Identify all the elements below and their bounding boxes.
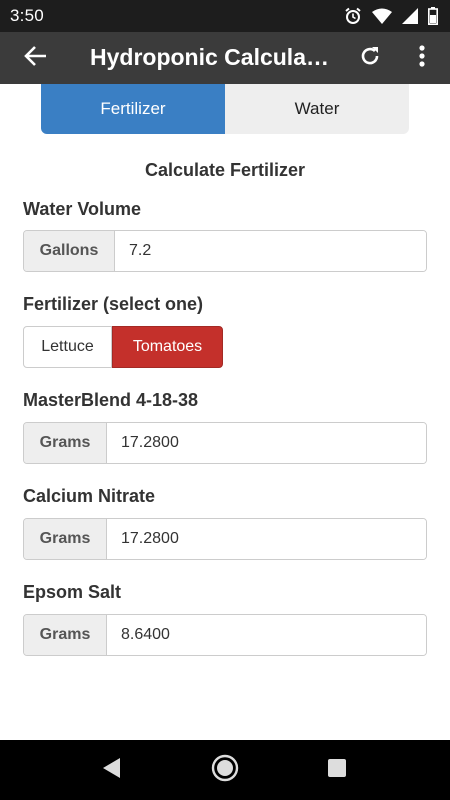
wifi-icon	[372, 8, 392, 24]
masterblend-group: Grams	[23, 422, 427, 464]
status-icons	[344, 6, 438, 26]
status-bar: 3:50	[0, 0, 450, 32]
tab-water[interactable]: Water	[225, 84, 409, 134]
epsom-salt-label: Epsom Salt	[23, 582, 122, 602]
back-button[interactable]	[20, 44, 50, 72]
section-title: Calculate Fertilizer	[144, 160, 306, 180]
nav-recents-button[interactable]	[322, 755, 352, 785]
nav-home-button[interactable]	[210, 754, 240, 787]
calcium-nitrate-group: Grams	[23, 518, 427, 560]
system-nav-bar	[0, 740, 450, 800]
page-title: Hydroponic Calcula…	[90, 44, 329, 70]
nav-back-button[interactable]	[97, 755, 127, 785]
alarm-icon	[344, 7, 362, 25]
back-triangle-icon	[102, 757, 122, 784]
water-volume-input[interactable]	[115, 231, 426, 271]
water-volume-group: Gallons	[23, 230, 427, 272]
battery-icon	[428, 7, 438, 25]
status-time: 3:50	[10, 6, 44, 25]
signal-icon	[402, 8, 418, 24]
calcium-nitrate-unit: Grams	[24, 519, 107, 559]
calcium-nitrate-input[interactable]	[107, 519, 426, 559]
fertilizer-button-group: Lettuce Tomatoes	[23, 326, 223, 368]
app-bar: Hydroponic Calcula…	[0, 32, 450, 84]
arrow-back-icon	[23, 45, 47, 72]
lettuce-button[interactable]: Lettuce	[23, 326, 112, 368]
water-volume-label: Water Volume	[23, 199, 142, 219]
epsom-salt-group: Grams	[23, 614, 427, 656]
tab-fertilizer[interactable]: Fertilizer	[41, 84, 225, 134]
home-circle-icon	[211, 754, 239, 787]
tomatoes-button[interactable]: Tomatoes	[112, 326, 223, 368]
overflow-menu-button[interactable]	[410, 42, 434, 74]
water-volume-unit: Gallons	[24, 231, 115, 271]
masterblend-input[interactable]	[107, 423, 426, 463]
refresh-icon	[358, 44, 382, 73]
refresh-button[interactable]	[356, 44, 384, 72]
fertilizer-select-label: Fertilizer (select one)	[23, 294, 204, 314]
app-screen: 3:50 Hydroponic Calcula… Fertilizer Wate…	[0, 0, 450, 800]
main-content: Fertilizer Water Calculate Fertilizer Wa…	[0, 84, 450, 740]
epsom-salt-input[interactable]	[107, 615, 426, 655]
masterblend-label: MasterBlend 4-18-38	[23, 390, 199, 410]
epsom-salt-unit: Grams	[24, 615, 107, 655]
recents-square-icon	[327, 758, 347, 783]
more-vert-icon	[419, 44, 425, 72]
masterblend-unit: Grams	[24, 423, 107, 463]
tab-bar: Fertilizer Water	[41, 84, 409, 134]
calcium-nitrate-label: Calcium Nitrate	[23, 486, 156, 506]
